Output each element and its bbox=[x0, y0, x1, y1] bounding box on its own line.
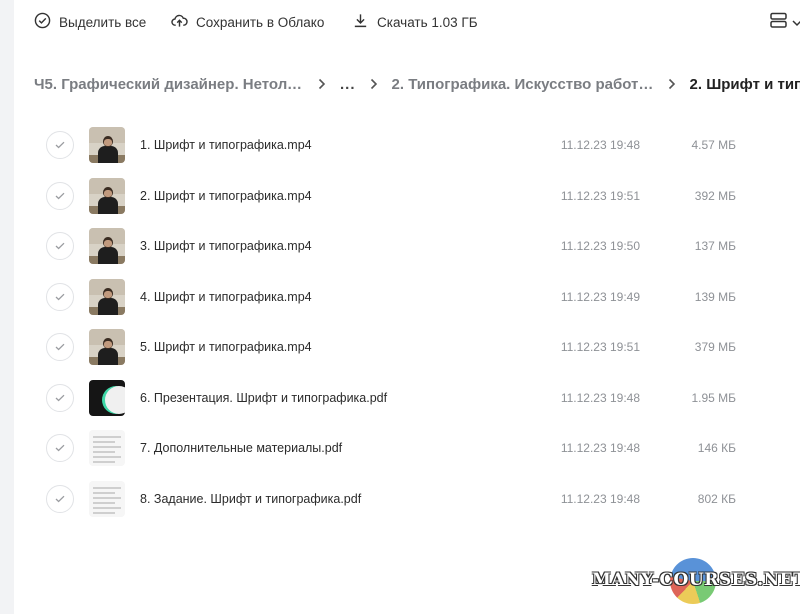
file-size: 137 МБ bbox=[694, 239, 736, 253]
toolbar: Выделить все Сохранить в Облако Скачать … bbox=[14, 0, 800, 44]
file-date: 11.12.23 19:48 bbox=[560, 390, 640, 405]
file-date: 11.12.23 19:51 bbox=[560, 340, 640, 354]
select-checkbox[interactable] bbox=[46, 232, 74, 260]
presentation-thumbnail-icon bbox=[89, 379, 125, 416]
chevron-right-icon bbox=[318, 78, 326, 90]
watermark-text: MANY-COURSES.NET bbox=[592, 570, 800, 590]
file-date: 11.12.23 19:48 bbox=[560, 491, 640, 506]
file-row[interactable]: 3. Шрифт и типографика.mp4 11.12.23 19:50… bbox=[14, 221, 800, 271]
view-toggle-button[interactable] bbox=[770, 12, 800, 34]
file-date: 11.12.23 19:48 bbox=[560, 441, 640, 455]
file-size: 379 МБ bbox=[694, 340, 736, 354]
file-date: 11.12.23 19:48 bbox=[560, 138, 640, 152]
check-icon bbox=[55, 136, 65, 154]
file-size: 1.95 МБ bbox=[691, 390, 736, 405]
download-icon bbox=[352, 12, 369, 32]
check-icon bbox=[55, 439, 65, 457]
list-view-icon bbox=[770, 12, 788, 34]
file-name[interactable]: 4. Шрифт и типографика.mp4 bbox=[140, 290, 312, 304]
download-label: Скачать 1.03 ГБ bbox=[377, 14, 478, 30]
check-icon bbox=[55, 187, 65, 205]
check-icon bbox=[55, 237, 65, 255]
file-size: 139 МБ bbox=[694, 289, 736, 304]
file-name[interactable]: 5. Шрифт и типографика.mp4 bbox=[140, 340, 312, 354]
watermark: MANY-COURSES.NET bbox=[592, 558, 800, 604]
breadcrumb-item[interactable]: Ч5. Графический дизайнер. Нетоло... bbox=[34, 76, 304, 93]
check-icon bbox=[55, 389, 65, 407]
file-name[interactable]: 7. Дополнительные материалы.pdf bbox=[140, 441, 342, 455]
download-button[interactable]: Скачать 1.03 ГБ bbox=[352, 12, 478, 32]
check-circle-icon bbox=[34, 12, 51, 32]
video-thumbnail-icon bbox=[89, 127, 125, 163]
file-size: 146 КБ bbox=[697, 441, 736, 455]
check-icon bbox=[55, 490, 65, 508]
select-checkbox[interactable] bbox=[46, 333, 74, 361]
select-all-button[interactable]: Выделить все bbox=[34, 12, 146, 32]
select-checkbox[interactable] bbox=[46, 131, 74, 159]
file-row[interactable]: 2. Шрифт и типографика.mp4 11.12.23 19:51… bbox=[14, 171, 800, 221]
select-checkbox[interactable] bbox=[46, 484, 74, 513]
file-date: 11.12.23 19:51 bbox=[560, 188, 640, 203]
file-name[interactable]: 2. Шрифт и типографика.mp4 bbox=[140, 189, 312, 203]
file-size: 4.57 МБ bbox=[691, 138, 736, 152]
select-checkbox[interactable] bbox=[46, 181, 74, 210]
file-name[interactable]: 3. Шрифт и типографика.mp4 bbox=[140, 239, 312, 253]
file-name[interactable]: 8. Задание. Шрифт и типографика.pdf bbox=[140, 492, 361, 506]
file-row[interactable]: 6. Презентация. Шрифт и типографика.pdf 1… bbox=[14, 373, 800, 423]
select-checkbox[interactable] bbox=[46, 282, 74, 311]
file-size: 802 КБ bbox=[697, 491, 736, 506]
file-row[interactable]: 5. Шрифт и типографика.mp4 11.12.23 19:51… bbox=[14, 322, 800, 372]
file-size: 392 МБ bbox=[694, 188, 736, 203]
file-row[interactable]: 4. Шрифт и типографика.mp4 11.12.23 19:49… bbox=[14, 272, 800, 322]
select-all-label: Выделить все bbox=[59, 14, 147, 30]
breadcrumb-ellipsis[interactable]: ... bbox=[340, 76, 356, 93]
video-thumbnail-icon bbox=[89, 177, 125, 214]
breadcrumb: Ч5. Графический дизайнер. Нетоло... ... … bbox=[34, 73, 800, 95]
video-thumbnail-icon bbox=[89, 278, 125, 315]
breadcrumb-current: 2. Шрифт и типог bbox=[689, 75, 800, 93]
check-icon bbox=[55, 338, 65, 356]
document-thumbnail-icon bbox=[89, 480, 125, 517]
check-icon bbox=[55, 288, 65, 306]
file-row[interactable]: 7. Дополнительные материалы.pdf 11.12.23 … bbox=[14, 423, 800, 473]
cloud-upload-icon bbox=[171, 12, 188, 32]
video-thumbnail-icon bbox=[89, 228, 125, 264]
file-row[interactable]: 1. Шрифт и типографика.mp4 11.12.23 19:48… bbox=[14, 120, 800, 170]
breadcrumb-item[interactable]: 2. Типографика. Искусство работы... bbox=[392, 76, 654, 93]
file-date: 11.12.23 19:50 bbox=[560, 239, 640, 253]
video-thumbnail-icon bbox=[89, 329, 125, 365]
document-thumbnail-icon bbox=[89, 430, 125, 466]
file-row[interactable]: 8. Задание. Шрифт и типографика.pdf 11.12… bbox=[14, 474, 800, 524]
select-checkbox[interactable] bbox=[46, 383, 74, 412]
file-viewer-panel: Выделить все Сохранить в Облако Скачать … bbox=[14, 0, 800, 614]
chevron-down-icon bbox=[792, 14, 800, 32]
chevron-right-icon bbox=[370, 78, 378, 90]
file-date: 11.12.23 19:49 bbox=[560, 289, 640, 304]
save-to-cloud-button[interactable]: Сохранить в Облако bbox=[171, 12, 324, 32]
chevron-right-icon bbox=[668, 78, 676, 90]
save-to-cloud-label: Сохранить в Облако bbox=[196, 14, 325, 30]
file-name[interactable]: 1. Шрифт и типографика.mp4 bbox=[140, 138, 312, 152]
file-name[interactable]: 6. Презентация. Шрифт и типографика.pdf bbox=[140, 391, 387, 405]
select-checkbox[interactable] bbox=[46, 434, 74, 462]
